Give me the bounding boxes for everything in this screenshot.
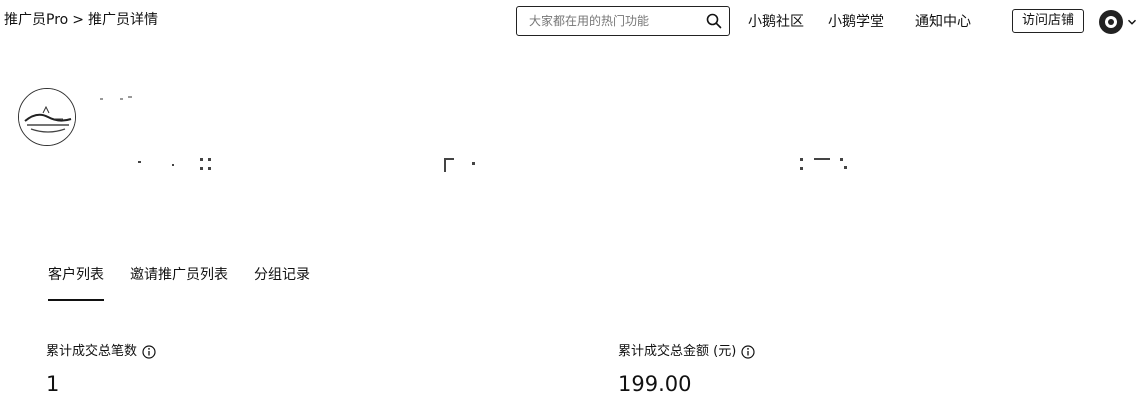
promoter-info-placeholder xyxy=(444,158,480,172)
total-orders-label: 累计成交总笔数 xyxy=(46,344,138,359)
search-icon[interactable] xyxy=(705,12,723,30)
tab-customer-list[interactable]: 客户列表 xyxy=(48,265,104,301)
nav-notification-center-link[interactable]: 通知中心 xyxy=(915,12,971,32)
promoter-info-placeholder xyxy=(138,158,228,172)
total-amount-label: 累计成交总金额 (元) xyxy=(618,344,737,359)
promoter-info-placeholder xyxy=(800,158,850,172)
nav-academy-link[interactable]: 小鹅学堂 xyxy=(828,12,884,32)
breadcrumb-promoter-pro[interactable]: 推广员Pro xyxy=(4,10,68,30)
tab-group-records[interactable]: 分组记录 xyxy=(254,265,310,301)
top-bar: 推广员Pro > 推广员详情 小鹅社区 小鹅学堂 通知中心 访问店铺 xyxy=(0,0,1148,44)
total-orders-label-row: 累计成交总笔数 xyxy=(46,343,156,361)
search-input[interactable] xyxy=(527,13,705,29)
promoter-avatar xyxy=(18,88,76,146)
search-box xyxy=(516,6,730,36)
promoter-name-placeholder xyxy=(98,96,138,104)
total-amount-label-row: 累计成交总金额 (元) xyxy=(618,343,755,361)
info-icon[interactable] xyxy=(741,345,755,359)
total-orders-stat: 累计成交总笔数 1 xyxy=(46,343,156,397)
info-icon[interactable] xyxy=(142,345,156,359)
breadcrumb-promoter-detail: 推广员详情 xyxy=(87,12,158,28)
chevron-down-icon xyxy=(1127,17,1137,27)
tab-invited-promoters[interactable]: 邀请推广员列表 xyxy=(130,265,228,301)
visit-store-button[interactable]: 访问店铺 xyxy=(1012,9,1084,33)
total-orders-value: 1 xyxy=(46,372,60,396)
breadcrumb: 推广员Pro > 推广员详情 xyxy=(4,10,158,30)
breadcrumb-separator: > xyxy=(72,12,84,28)
account-avatar xyxy=(1099,10,1123,34)
tab-bar: 客户列表 邀请推广员列表 分组记录 xyxy=(48,265,336,301)
nav-community-link[interactable]: 小鹅社区 xyxy=(748,12,804,32)
total-amount-value: 199.00 xyxy=(618,372,692,396)
total-amount-stat: 累计成交总金额 (元) 199.00 xyxy=(618,343,755,397)
account-menu[interactable] xyxy=(1099,10,1137,34)
